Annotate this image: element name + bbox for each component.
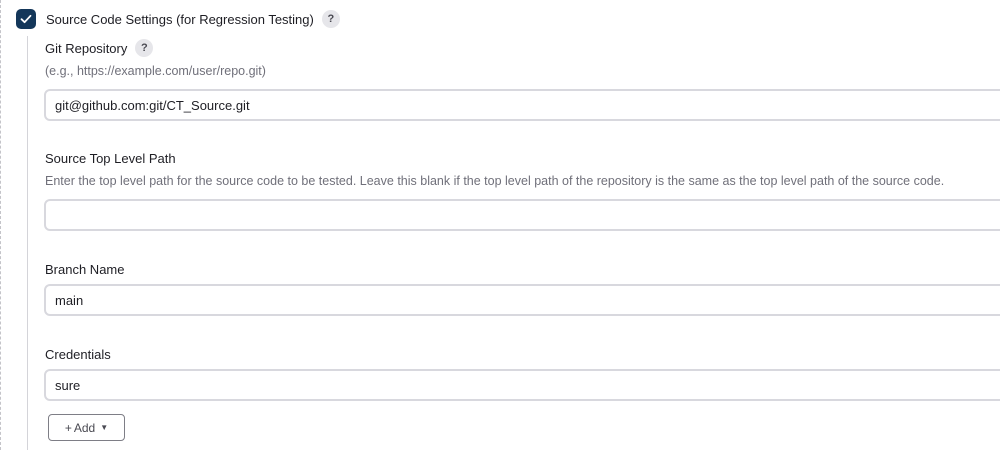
git-repository-input[interactable]	[44, 89, 1000, 121]
plus-icon: +	[64, 420, 72, 435]
checkmark-icon	[20, 14, 32, 24]
credentials-label: Credentials	[45, 346, 111, 362]
section-enable-checkbox[interactable]	[16, 9, 36, 29]
section-indent-rule	[27, 36, 28, 450]
section-help-icon[interactable]: ?	[321, 10, 340, 28]
git-repository-help-icon[interactable]: ?	[135, 39, 154, 57]
section-title: Source Code Settings (for Regression Tes…	[46, 11, 314, 27]
source-top-level-path-label: Source Top Level Path	[45, 150, 176, 166]
credentials-input[interactable]	[44, 369, 1000, 401]
add-credentials-button[interactable]: + Add ▼	[48, 414, 125, 441]
source-code-settings-panel: Source Code Settings (for Regression Tes…	[0, 0, 1000, 450]
source-top-level-path-description: Enter the top level path for the source …	[45, 174, 945, 188]
outer-dashed-border	[0, 0, 1, 450]
source-top-level-path-input[interactable]	[44, 199, 1000, 231]
section-header: Source Code Settings (for Regression Tes…	[16, 8, 340, 30]
git-repository-description: (e.g., https://example.com/user/repo.git…	[45, 64, 266, 78]
branch-name-input[interactable]	[44, 284, 1000, 316]
git-repository-label: Git Repository ?	[45, 38, 154, 58]
git-repository-label-text: Git Repository	[45, 40, 128, 56]
add-button-label: Add	[73, 420, 96, 435]
branch-name-label: Branch Name	[45, 261, 125, 277]
caret-down-icon: ▼	[100, 423, 109, 432]
